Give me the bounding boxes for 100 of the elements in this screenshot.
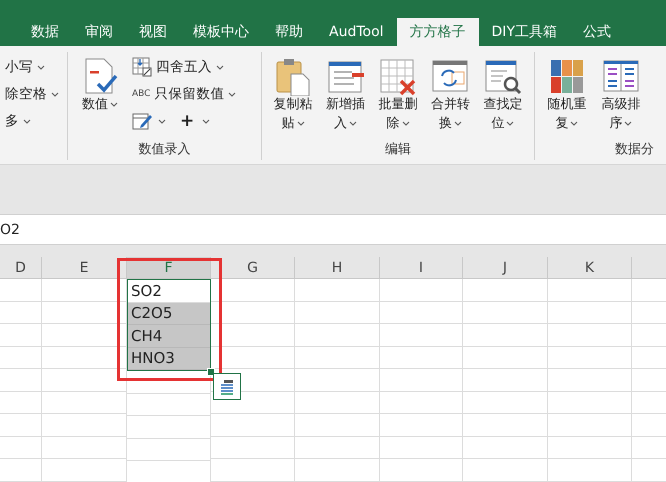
table-cell[interactable] bbox=[295, 414, 380, 436]
table-cell[interactable]: CH4 bbox=[128, 325, 210, 348]
paste-options-menu[interactable] bbox=[213, 373, 241, 400]
table-cell[interactable] bbox=[463, 459, 548, 482]
table-cell[interactable] bbox=[0, 302, 42, 324]
table-cell[interactable] bbox=[380, 459, 463, 482]
table-cell[interactable] bbox=[42, 279, 127, 302]
table-cell[interactable] bbox=[127, 438, 211, 461]
table-cell[interactable] bbox=[548, 436, 632, 459]
column-header[interactable]: I bbox=[380, 257, 463, 279]
table-cell[interactable] bbox=[0, 346, 42, 369]
table-cell[interactable] bbox=[295, 324, 380, 346]
ribbon-button[interactable]: ABC 只保留数值 bbox=[132, 83, 236, 105]
ribbon-button[interactable]: 复制粘贴 bbox=[268, 56, 318, 140]
table-cell[interactable] bbox=[463, 324, 548, 346]
fill-handle[interactable] bbox=[207, 368, 215, 376]
column-header[interactable] bbox=[632, 257, 666, 279]
table-cell[interactable] bbox=[548, 369, 632, 392]
table-cell[interactable] bbox=[42, 302, 127, 324]
ribbon-tab[interactable]: DIY工具箱 bbox=[478, 18, 570, 46]
table-cell[interactable] bbox=[211, 324, 295, 346]
table-cell[interactable] bbox=[42, 346, 127, 369]
column-header[interactable]: J bbox=[463, 257, 548, 279]
column-header[interactable]: D bbox=[0, 257, 42, 279]
table-cell[interactable] bbox=[295, 369, 380, 392]
table-cell[interactable] bbox=[632, 302, 666, 324]
table-cell[interactable] bbox=[548, 414, 632, 436]
table-cell[interactable] bbox=[211, 279, 295, 302]
table-cell[interactable] bbox=[0, 369, 42, 392]
table-cell[interactable] bbox=[632, 346, 666, 369]
table-cell[interactable] bbox=[211, 436, 295, 459]
table-cell[interactable]: HNO3 bbox=[128, 348, 210, 370]
column-header[interactable]: K bbox=[548, 257, 632, 279]
ribbon-tab[interactable]: 数据 bbox=[18, 18, 72, 46]
ribbon-tab[interactable]: 公式 bbox=[570, 18, 624, 46]
table-cell[interactable] bbox=[380, 369, 463, 392]
table-cell[interactable] bbox=[127, 394, 211, 416]
table-cell[interactable] bbox=[127, 416, 211, 438]
table-cell[interactable] bbox=[0, 279, 42, 302]
table-cell[interactable] bbox=[380, 414, 463, 436]
table-cell[interactable] bbox=[42, 369, 127, 392]
table-cell[interactable] bbox=[548, 346, 632, 369]
table-cell[interactable] bbox=[463, 369, 548, 392]
table-cell[interactable] bbox=[0, 392, 42, 414]
table-cell[interactable] bbox=[548, 302, 632, 324]
table-cell[interactable] bbox=[42, 436, 127, 459]
table-cell[interactable] bbox=[463, 436, 548, 459]
ribbon-button[interactable]: 高级排序 bbox=[595, 56, 647, 140]
ribbon-button[interactable]: 四舍五入 bbox=[132, 56, 236, 78]
ribbon-button[interactable]: + bbox=[176, 110, 210, 132]
table-cell[interactable] bbox=[380, 346, 463, 369]
table-cell[interactable] bbox=[0, 459, 42, 482]
ribbon-button[interactable]: 查找定位 bbox=[478, 56, 528, 140]
ribbon-button[interactable]: 合并转换 bbox=[425, 56, 476, 140]
table-cell[interactable] bbox=[0, 414, 42, 436]
column-header[interactable]: G bbox=[211, 257, 295, 279]
ribbon-tab[interactable]: 帮助 bbox=[262, 18, 316, 46]
table-cell[interactable]: C2O5 bbox=[128, 302, 210, 325]
table-cell[interactable] bbox=[380, 279, 463, 302]
table-cell[interactable] bbox=[295, 392, 380, 414]
table-cell[interactable] bbox=[548, 279, 632, 302]
ribbon-tab[interactable]: 视图 bbox=[126, 18, 180, 46]
table-cell[interactable] bbox=[42, 459, 127, 482]
table-cell[interactable] bbox=[463, 392, 548, 414]
ribbon-button[interactable]: 随机重复 bbox=[541, 56, 593, 140]
table-cell[interactable] bbox=[548, 459, 632, 482]
table-cell[interactable] bbox=[548, 324, 632, 346]
ribbon-button[interactable]: 除空格 bbox=[5, 83, 59, 105]
ribbon-button[interactable]: 新增插入 bbox=[320, 56, 371, 140]
table-cell[interactable] bbox=[42, 414, 127, 436]
table-cell[interactable] bbox=[380, 392, 463, 414]
table-cell[interactable] bbox=[463, 346, 548, 369]
table-cell[interactable] bbox=[42, 392, 127, 414]
table-cell[interactable] bbox=[463, 302, 548, 324]
ribbon-button[interactable]: 批量删除 bbox=[372, 56, 424, 140]
ribbon-tab[interactable]: AudTool bbox=[316, 18, 397, 46]
table-cell[interactable] bbox=[0, 436, 42, 459]
table-cell[interactable] bbox=[295, 302, 380, 324]
ribbon-button[interactable]: 多 bbox=[5, 110, 59, 132]
table-cell[interactable] bbox=[295, 279, 380, 302]
table-cell[interactable] bbox=[42, 324, 127, 346]
table-cell[interactable] bbox=[548, 392, 632, 414]
table-cell[interactable] bbox=[380, 436, 463, 459]
table-cell[interactable] bbox=[295, 346, 380, 369]
column-header[interactable]: E bbox=[42, 257, 127, 279]
ribbon-tab[interactable]: 方方格子 bbox=[396, 18, 479, 46]
table-cell[interactable] bbox=[632, 436, 666, 459]
table-cell[interactable] bbox=[211, 346, 295, 369]
table-cell[interactable] bbox=[380, 324, 463, 346]
column-header[interactable]: H bbox=[295, 257, 380, 279]
table-cell[interactable] bbox=[295, 436, 380, 459]
table-cell[interactable] bbox=[380, 302, 463, 324]
table-cell[interactable] bbox=[0, 324, 42, 346]
table-cell[interactable] bbox=[463, 279, 548, 302]
table-cell[interactable] bbox=[211, 414, 295, 436]
table-cell[interactable] bbox=[211, 302, 295, 324]
formula-bar[interactable]: O2 bbox=[0, 214, 666, 245]
table-cell[interactable] bbox=[211, 459, 295, 482]
ribbon-button[interactable]: 数值 bbox=[74, 56, 126, 140]
table-cell[interactable] bbox=[632, 392, 666, 414]
